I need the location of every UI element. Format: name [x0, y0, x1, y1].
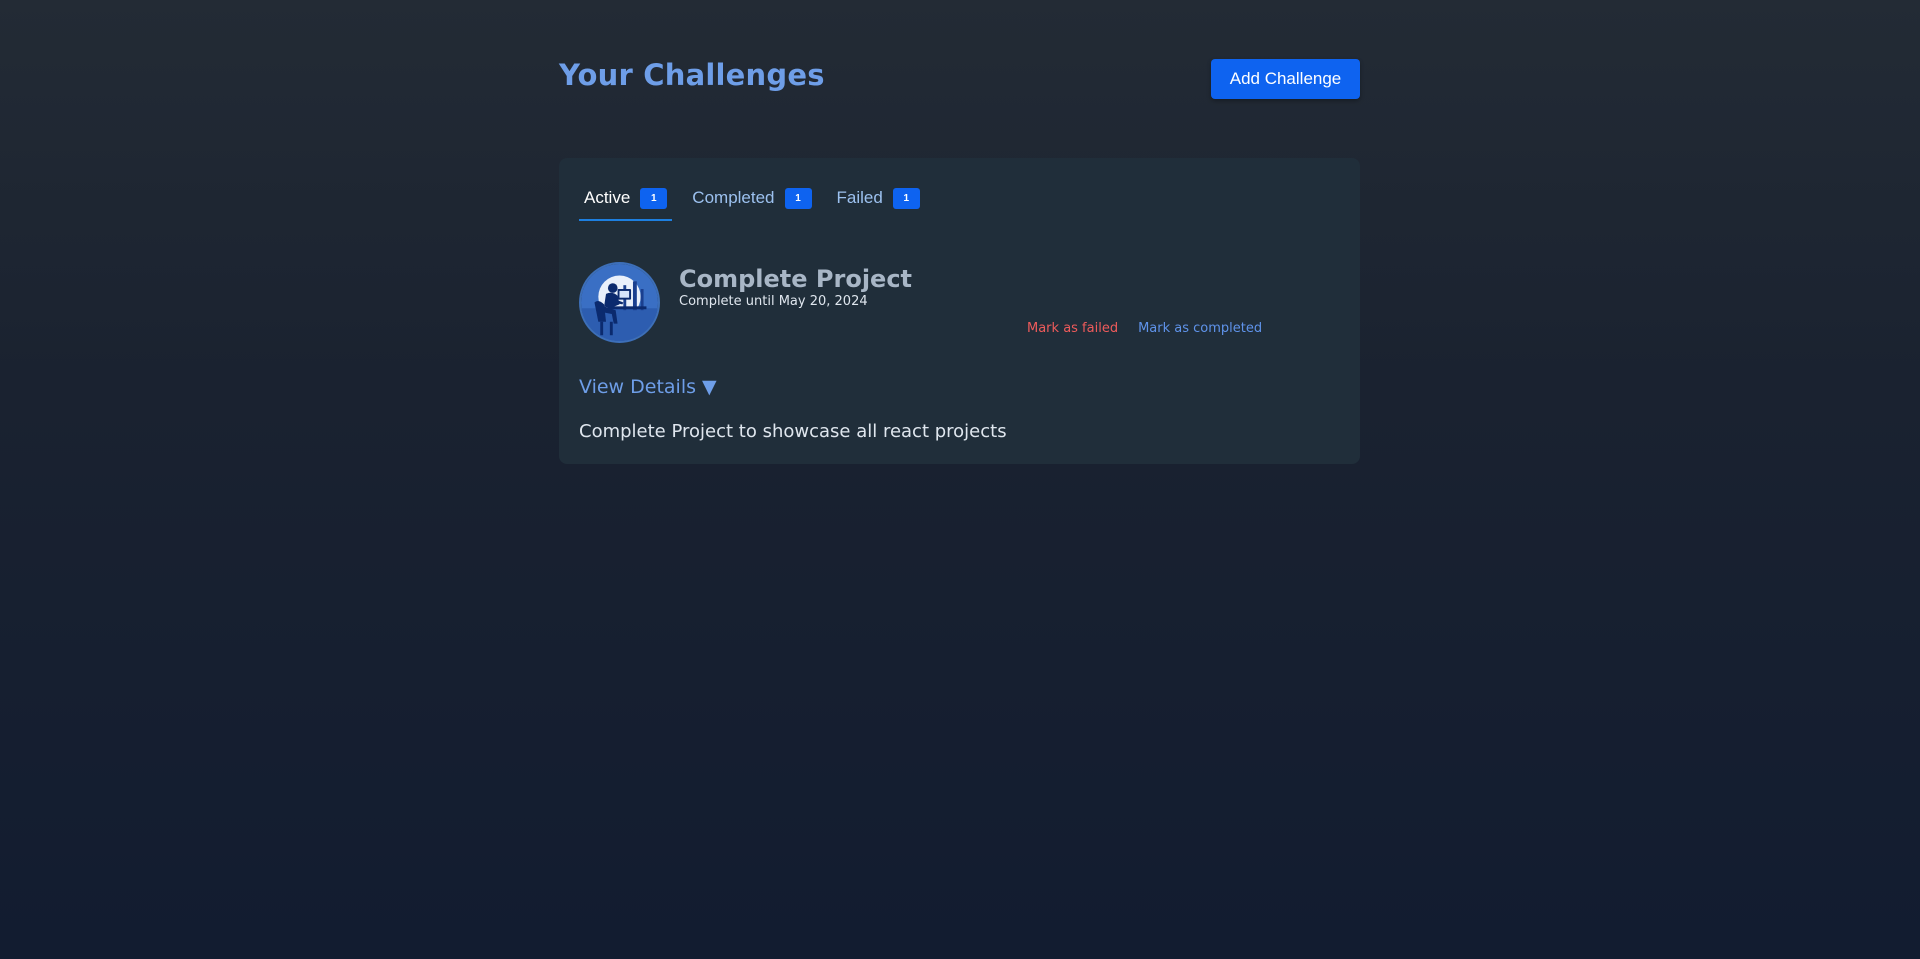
count-badge: 1 [784, 188, 812, 209]
challenge-tabs: Active 1 Completed 1 Failed 1 [579, 188, 940, 221]
challenge-item: Complete Project Complete until May 20, … [579, 262, 1339, 344]
page-header: Your Challenges Add Challenge [559, 0, 1360, 158]
challenges-page: Your Challenges Add Challenge Active 1 C… [559, 0, 1360, 464]
challenge-deadline: Complete until May 20, 2024 [679, 294, 868, 309]
tab-completed[interactable]: Completed 1 [687, 188, 816, 221]
count-badge: 1 [892, 188, 920, 209]
challenge-actions: Mark as failed Mark as completed [1027, 321, 1262, 336]
view-details-toggle[interactable]: View Details ▼ [579, 376, 717, 398]
challenge-description: Complete Project to showcase all react p… [579, 421, 1007, 442]
page-title: Your Challenges [559, 58, 825, 92]
mark-failed-button[interactable]: Mark as failed [1027, 321, 1118, 336]
challenge-image [579, 262, 660, 343]
tab-label: Failed [836, 188, 883, 207]
tab-active[interactable]: Active 1 [579, 188, 673, 221]
mark-completed-button[interactable]: Mark as completed [1138, 321, 1262, 336]
challenge-title: Complete Project [679, 265, 913, 293]
count-badge: 1 [640, 188, 668, 209]
challenges-panel: Active 1 Completed 1 Failed 1 Complete P… [559, 158, 1360, 464]
person-at-desk-icon [581, 264, 658, 341]
tab-label: Active [584, 188, 631, 207]
tab-failed[interactable]: Failed 1 [832, 188, 925, 221]
tab-label: Completed [692, 188, 775, 207]
add-challenge-button[interactable]: Add Challenge [1211, 59, 1360, 99]
